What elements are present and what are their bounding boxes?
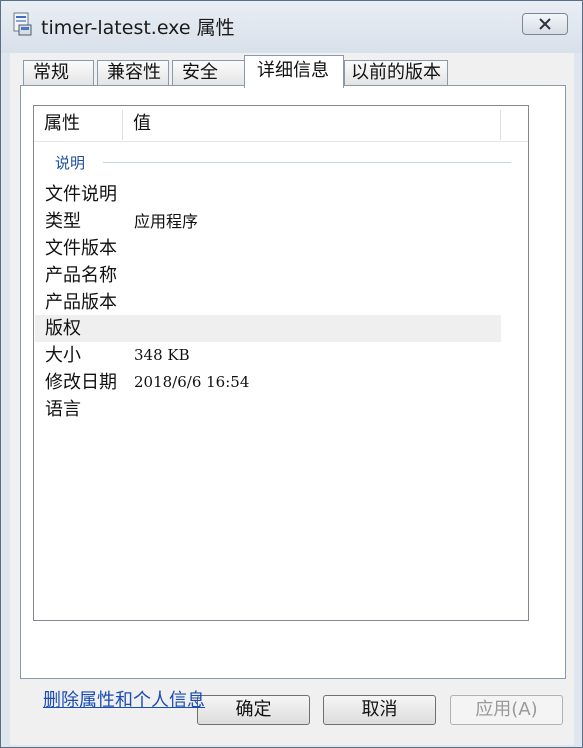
property-name: 大小 — [45, 345, 81, 366]
title-bar[interactable]: timer-latest.exe 属性 — [1, 1, 582, 53]
property-row[interactable]: 大小 348 KB — [35, 342, 501, 369]
property-row[interactable]: 文件版本 — [35, 235, 501, 262]
property-row[interactable]: 产品名称 — [35, 262, 501, 289]
property-name: 文件版本 — [45, 238, 117, 259]
group-divider — [103, 162, 511, 163]
property-value: 应用程序 — [134, 212, 199, 231]
app-icon — [11, 11, 33, 37]
property-name: 语言 — [45, 399, 81, 420]
property-value: 2018/6/6 16:54 — [134, 373, 250, 391]
property-name: 版权 — [45, 318, 81, 339]
apply-button[interactable]: 应用(A) — [450, 695, 563, 725]
tab-security[interactable]: 安全 — [172, 60, 246, 86]
column-header-value[interactable]: 值 — [133, 106, 151, 142]
property-row[interactable]: 类型 应用程序 — [35, 208, 501, 235]
tab-details[interactable]: 详细信息 — [244, 55, 344, 88]
tab-previous-versions[interactable]: 以前的版本 — [344, 60, 448, 86]
cancel-button[interactable]: 取消 — [323, 695, 436, 725]
property-row[interactable]: 修改日期 2018/6/6 16:54 — [35, 369, 501, 396]
properties-list[interactable]: 属性 值 说明 文件说明 类型 应用程序 文件版本 产品名称 产品版本 版权 大… — [33, 105, 529, 621]
property-name: 产品名称 — [45, 265, 117, 286]
close-button[interactable] — [522, 13, 568, 35]
column-divider[interactable] — [500, 110, 501, 140]
property-row[interactable]: 产品版本 — [35, 289, 501, 316]
dialog-client-area: 常规 兼容性 安全 详细信息 以前的版本 属性 值 说明 文件说明 类型 应用程… — [10, 53, 574, 745]
column-divider[interactable] — [122, 110, 123, 140]
tab-compatibility[interactable]: 兼容性 — [97, 60, 169, 86]
property-row[interactable]: 语言 — [35, 396, 501, 423]
property-name: 修改日期 — [45, 372, 117, 393]
property-name: 产品版本 — [45, 292, 117, 313]
tab-general[interactable]: 常规 — [23, 60, 94, 86]
column-header: 属性 值 — [34, 106, 528, 142]
property-row-selected[interactable]: 版权 — [35, 315, 501, 342]
column-header-property[interactable]: 属性 — [44, 106, 80, 142]
window-title: timer-latest.exe 属性 — [41, 17, 235, 39]
property-name: 文件说明 — [45, 184, 117, 205]
close-icon — [537, 15, 553, 34]
remove-properties-link[interactable]: 删除属性和个人信息 — [43, 686, 205, 712]
properties-dialog: timer-latest.exe 属性 常规 兼容性 安全 详细信息 以前的版本… — [0, 0, 583, 748]
property-name: 类型 — [45, 211, 81, 232]
ok-button[interactable]: 确定 — [197, 695, 310, 725]
property-value: 348 KB — [134, 346, 190, 364]
group-header-description: 说明 — [55, 154, 86, 172]
property-row[interactable]: 文件说明 — [35, 181, 501, 208]
